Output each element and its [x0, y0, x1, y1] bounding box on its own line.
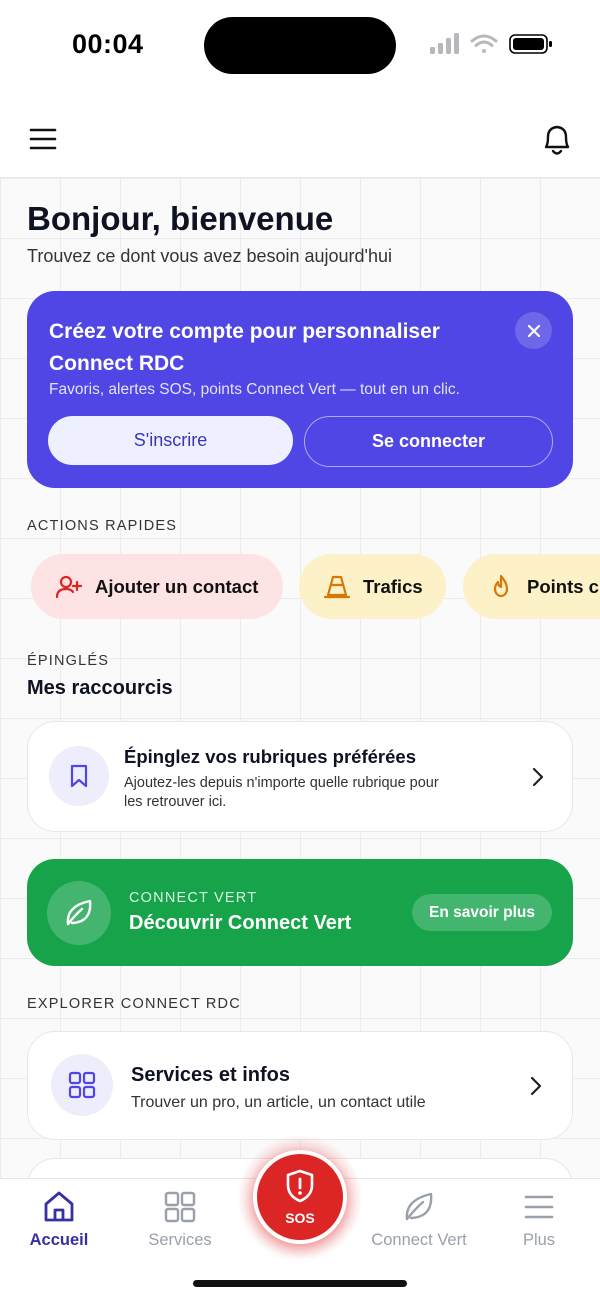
- menu-icon: [521, 1189, 557, 1225]
- connect-vert-eyebrow: CONNECT VERT: [129, 890, 258, 906]
- tab-accueil[interactable]: Accueil: [4, 1189, 114, 1251]
- status-bar: 00:04: [0, 0, 600, 100]
- card-title: Épinglez vos rubriques préférées: [124, 746, 416, 767]
- grid-icon: [51, 1054, 113, 1116]
- dynamic-island: [204, 17, 396, 74]
- explore-label: EXPLORER CONNECT RDC: [27, 996, 241, 1012]
- notification-bell-icon[interactable]: [540, 122, 574, 158]
- services-info-card[interactable]: Services et infos Trouver un pro, un art…: [27, 1031, 573, 1140]
- hamburger-menu-icon[interactable]: [28, 126, 58, 152]
- learn-more-button[interactable]: En savoir plus: [412, 894, 552, 931]
- promo-description: Favoris, alertes SOS, points Connect Ver…: [49, 381, 460, 398]
- home-icon: [41, 1189, 77, 1225]
- add-user-icon: [55, 573, 83, 601]
- card-title: Services et infos: [131, 1064, 290, 1086]
- grid-icon: [162, 1189, 198, 1225]
- card-description: Trouver un pro, un article, un contact u…: [131, 1094, 426, 1111]
- page-subtitle: Trouvez ce dont vous avez besoin aujourd…: [27, 246, 392, 266]
- tab-label: Connect Vert: [371, 1231, 467, 1249]
- quick-actions-label: ACTIONS RAPIDES: [27, 518, 178, 534]
- bookmark-icon: [49, 746, 109, 806]
- tab-label: Plus: [522, 1231, 556, 1249]
- page-title: Bonjour, bienvenue: [27, 200, 334, 237]
- tab-connect-vert[interactable]: Connect Vert: [364, 1189, 474, 1251]
- connect-vert-card[interactable]: CONNECT VERT Découvrir Connect Vert En s…: [27, 859, 573, 966]
- tab-services[interactable]: Services: [125, 1189, 235, 1251]
- shortcuts-title: Mes raccourcis: [27, 677, 173, 699]
- card-description: Ajoutez-les depuis n'importe quelle rubr…: [124, 775, 439, 791]
- close-icon[interactable]: [515, 312, 552, 349]
- shield-alert-icon: [284, 1169, 316, 1208]
- sos-button[interactable]: SOS: [253, 1150, 347, 1244]
- sos-label: SOS: [285, 1209, 315, 1226]
- signal-icon: [430, 33, 459, 54]
- chevron-right-icon: [530, 767, 546, 787]
- main-content[interactable]: Bonjour, bienvenue Trouvez ce dont vous …: [0, 178, 600, 1178]
- app-header: [0, 100, 600, 178]
- status-icons: [430, 33, 560, 55]
- battery-icon: [509, 34, 552, 54]
- signup-button[interactable]: S'inscrire: [48, 416, 293, 465]
- tab-label: Services: [148, 1231, 212, 1249]
- traffic-cone-icon: [323, 573, 351, 601]
- card-description: les retrouver ici.: [124, 794, 227, 810]
- login-button[interactable]: Se connecter: [304, 416, 553, 467]
- tab-plus[interactable]: Plus: [484, 1189, 594, 1251]
- quick-action-label: Trafics: [363, 575, 423, 597]
- connect-vert-title: Découvrir Connect Vert: [129, 912, 352, 934]
- quick-action-add-contact[interactable]: Ajouter un contact: [31, 554, 283, 619]
- flame-icon: [487, 573, 515, 601]
- quick-action-label: Ajouter un contact: [95, 575, 259, 597]
- quick-action-points[interactable]: Points ch: [463, 554, 600, 619]
- quick-action-label: Points ch: [527, 575, 600, 597]
- account-promo-card: Créez votre compte pour personnaliser Co…: [27, 291, 573, 488]
- home-indicator: [193, 1280, 407, 1287]
- pinned-label: ÉPINGLÉS: [27, 653, 110, 669]
- leaf-icon: [401, 1189, 437, 1225]
- promo-title: Créez votre compte pour personnaliser Co…: [49, 320, 440, 375]
- pin-shortcuts-card[interactable]: Épinglez vos rubriques préférées Ajoutez…: [27, 721, 573, 832]
- status-time: 00:04: [72, 29, 144, 59]
- tab-label: Accueil: [29, 1231, 89, 1249]
- wifi-icon: [470, 34, 498, 53]
- chevron-right-icon: [528, 1076, 544, 1096]
- quick-action-traffic[interactable]: Trafics: [299, 554, 446, 619]
- leaf-icon: [47, 881, 111, 945]
